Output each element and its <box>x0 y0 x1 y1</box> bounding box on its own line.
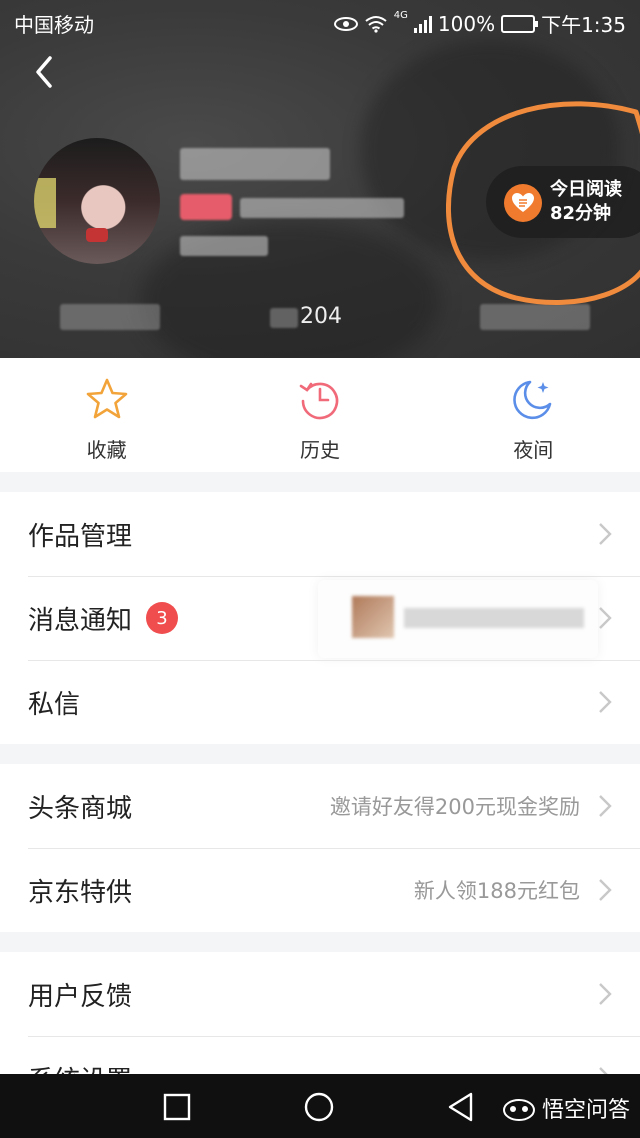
mall-promo: 邀请好友得200元现金奖励 <box>329 795 580 819</box>
mall-label: 头条商城 <box>28 793 133 824</box>
level-badge <box>180 194 232 220</box>
watermark-logo-icon <box>502 1099 535 1121</box>
status-indicators: 4G 100% 下午1:35 <box>333 9 626 38</box>
wifi-icon <box>365 15 387 33</box>
back-nav-icon[interactable] <box>444 1090 478 1124</box>
notification-count-badge: 3 <box>146 602 179 634</box>
status-bar: 中国移动 4G 100% 下午1:35 <box>0 0 640 44</box>
network-type: 4G <box>393 10 408 21</box>
stat-left-blurred[interactable] <box>60 304 160 330</box>
recent-apps-icon[interactable] <box>160 1090 194 1124</box>
chevron-right-icon <box>599 983 612 1005</box>
battery-icon <box>501 14 539 33</box>
profile-header: 中国移动 4G 100% 下午1:35 204 今日阅读 82分钟 <box>0 0 640 358</box>
jd-label: 京东特供 <box>28 877 133 908</box>
watermark: 悟空问答 <box>502 1092 630 1124</box>
menu-jd[interactable]: 京东特供 新人领188元红包 <box>0 848 640 932</box>
quick-history[interactable]: 历史 <box>213 358 426 472</box>
chevron-right-icon <box>599 795 612 817</box>
battery-percent: 100% <box>437 11 496 36</box>
quick-actions: 收藏 历史 夜间 <box>0 358 640 472</box>
menu-mall[interactable]: 头条商城 邀请好友得200元现金奖励 <box>0 764 640 848</box>
chevron-right-icon <box>599 607 612 629</box>
stat-value[interactable]: 204 <box>300 304 342 329</box>
chevron-right-icon <box>599 523 612 545</box>
history-label: 历史 <box>299 438 340 462</box>
quick-night-mode[interactable]: 夜间 <box>427 358 640 472</box>
chevron-right-icon <box>599 879 612 901</box>
eye-icon <box>333 16 358 31</box>
quick-favorites[interactable]: 收藏 <box>0 358 213 472</box>
user-desc-blurred <box>180 236 268 256</box>
preview-text-blurred <box>404 608 584 628</box>
home-icon[interactable] <box>302 1090 336 1124</box>
notifications-label: 消息通知 <box>28 605 133 636</box>
private-message-label: 私信 <box>28 689 81 720</box>
favorites-label: 收藏 <box>86 438 127 462</box>
preview-avatar <box>352 596 394 638</box>
reading-title: 今日阅读 <box>550 179 622 200</box>
username-blurred <box>180 148 330 180</box>
book-heart-icon <box>504 184 542 222</box>
today-reading-pill[interactable]: 今日阅读 82分钟 <box>486 166 640 238</box>
reading-minutes: 82分钟 <box>550 203 612 224</box>
menu-works[interactable]: 作品管理 <box>0 492 640 576</box>
stat-right-blurred[interactable] <box>480 304 590 330</box>
carrier-label: 中国移动 <box>14 13 94 37</box>
clock: 下午1:35 <box>541 13 626 37</box>
back-icon[interactable] <box>26 52 66 92</box>
chevron-right-icon <box>599 691 612 713</box>
signal-icon <box>413 15 432 33</box>
menu-private-message[interactable]: 私信 <box>0 660 640 744</box>
menu-section-2: 头条商城 邀请好友得200元现金奖励 京东特供 新人领188元红包 <box>0 764 640 932</box>
feedback-label: 用户反馈 <box>28 981 133 1012</box>
star-icon <box>86 378 127 419</box>
notification-preview <box>318 580 598 658</box>
menu-feedback[interactable]: 用户反馈 <box>0 952 640 1036</box>
moon-icon <box>513 380 552 420</box>
user-info-blurred <box>240 198 404 218</box>
jd-promo: 新人领188元红包 <box>413 879 580 903</box>
menu-section-1: 作品管理 消息通知 3 私信 <box>0 492 640 744</box>
avatar[interactable] <box>34 138 160 264</box>
watermark-text: 悟空问答 <box>541 1098 630 1123</box>
stat-middle-label-blurred <box>270 308 298 328</box>
history-clock-icon <box>299 382 339 420</box>
works-label: 作品管理 <box>28 521 133 552</box>
menu-notifications[interactable]: 消息通知 3 <box>0 576 640 660</box>
night-label: 夜间 <box>513 438 554 462</box>
system-nav-bar: 悟空问答 <box>0 1074 640 1138</box>
